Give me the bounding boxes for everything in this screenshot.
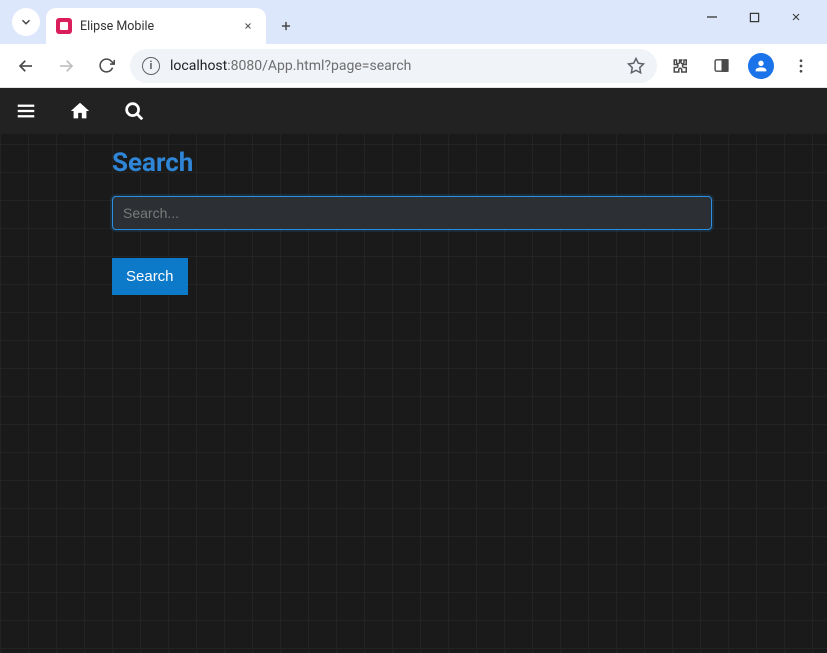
- chevron-down-icon: [19, 15, 33, 29]
- plus-icon: [279, 19, 293, 33]
- home-button[interactable]: [66, 97, 94, 125]
- more-vertical-icon: [792, 57, 810, 75]
- reload-icon: [98, 57, 115, 74]
- browser-menu-button[interactable]: [785, 50, 817, 82]
- url-host: localhost: [170, 58, 227, 74]
- bookmark-button[interactable]: [627, 57, 645, 75]
- arrow-right-icon: [57, 57, 75, 75]
- url-text: localhost:8080/App.html?page=search: [170, 58, 411, 74]
- window-minimize-button[interactable]: [697, 2, 727, 32]
- search-button[interactable]: Search: [112, 258, 188, 295]
- app-header: [0, 88, 827, 134]
- close-icon: [243, 21, 253, 31]
- maximize-icon: [749, 12, 760, 23]
- page-content: Search Search: [0, 134, 827, 295]
- browser-tab[interactable]: Elipse Mobile: [46, 8, 266, 44]
- url-path: :8080/App.html?page=search: [227, 58, 411, 74]
- star-icon: [627, 57, 645, 75]
- arrow-left-icon: [17, 57, 35, 75]
- address-bar[interactable]: i localhost:8080/App.html?page=search: [130, 49, 657, 83]
- tab-search-dropdown[interactable]: [12, 8, 40, 36]
- home-icon: [69, 100, 91, 122]
- menu-button[interactable]: [12, 97, 40, 125]
- app-viewport: Search Search: [0, 88, 827, 653]
- browser-toolbar: i localhost:8080/App.html?page=search: [0, 44, 827, 88]
- search-input[interactable]: [112, 196, 712, 230]
- close-icon: [790, 11, 802, 23]
- browser-tab-strip: Elipse Mobile: [0, 0, 827, 44]
- nav-back-button[interactable]: [10, 50, 42, 82]
- window-controls: [697, 2, 819, 44]
- puzzle-icon: [672, 57, 690, 75]
- search-icon: [123, 100, 145, 122]
- profile-avatar: [748, 53, 774, 79]
- window-maximize-button[interactable]: [739, 2, 769, 32]
- new-tab-button[interactable]: [272, 12, 300, 40]
- tab-title: Elipse Mobile: [80, 19, 232, 34]
- side-panel-button[interactable]: [705, 50, 737, 82]
- nav-forward-button[interactable]: [50, 50, 82, 82]
- person-icon: [753, 58, 769, 74]
- profile-button[interactable]: [745, 50, 777, 82]
- tab-close-button[interactable]: [240, 18, 256, 34]
- nav-reload-button[interactable]: [90, 50, 122, 82]
- app-favicon: [56, 18, 72, 34]
- search-nav-button[interactable]: [120, 97, 148, 125]
- side-panel-icon: [713, 57, 730, 74]
- page-title: Search: [112, 148, 827, 178]
- window-close-button[interactable]: [781, 2, 811, 32]
- extensions-button[interactable]: [665, 50, 697, 82]
- hamburger-icon: [15, 100, 37, 122]
- site-info-button[interactable]: i: [142, 57, 160, 75]
- minimize-icon: [706, 11, 718, 23]
